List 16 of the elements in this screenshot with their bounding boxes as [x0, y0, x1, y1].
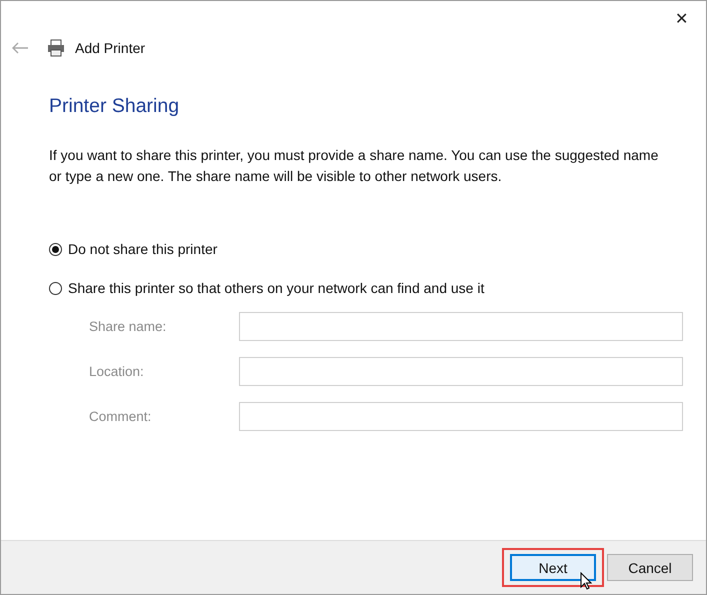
close-button[interactable]: ✕ — [671, 7, 692, 31]
radio-option[interactable]: Share this printer so that others on your network can find and use it — [49, 280, 682, 296]
radio-option[interactable]: Do not share this printer — [49, 241, 682, 257]
field-label: Share name: — [89, 319, 168, 334]
window-title: Add Printer — [75, 40, 146, 56]
field-label: Comment: — [89, 409, 152, 424]
radio-icon[interactable] — [49, 242, 62, 256]
description-text: If you want to share this printer, you must provide a share name. You can use the suggested name or type a new one. The share name will be visible to other network users. — [49, 146, 659, 186]
field-label: Location: — [89, 364, 145, 379]
printer-icon — [47, 39, 65, 57]
dialog-button[interactable]: Cancel — [607, 554, 693, 581]
back-arrow-icon[interactable] — [11, 42, 29, 54]
page-heading: Printer Sharing — [49, 95, 180, 118]
dialog-button[interactable]: Next — [510, 554, 596, 581]
cursor-icon — [580, 572, 592, 590]
radio-icon[interactable] — [49, 282, 62, 294]
